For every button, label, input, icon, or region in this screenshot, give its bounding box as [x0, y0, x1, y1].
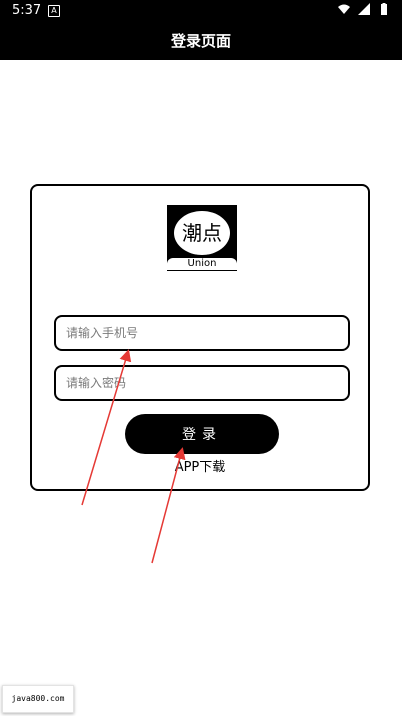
watermark: java800.com [2, 685, 74, 713]
arrow-to-phone [81, 349, 132, 506]
arrow-to-login [151, 447, 186, 564]
annotation-arrows [81, 349, 186, 564]
